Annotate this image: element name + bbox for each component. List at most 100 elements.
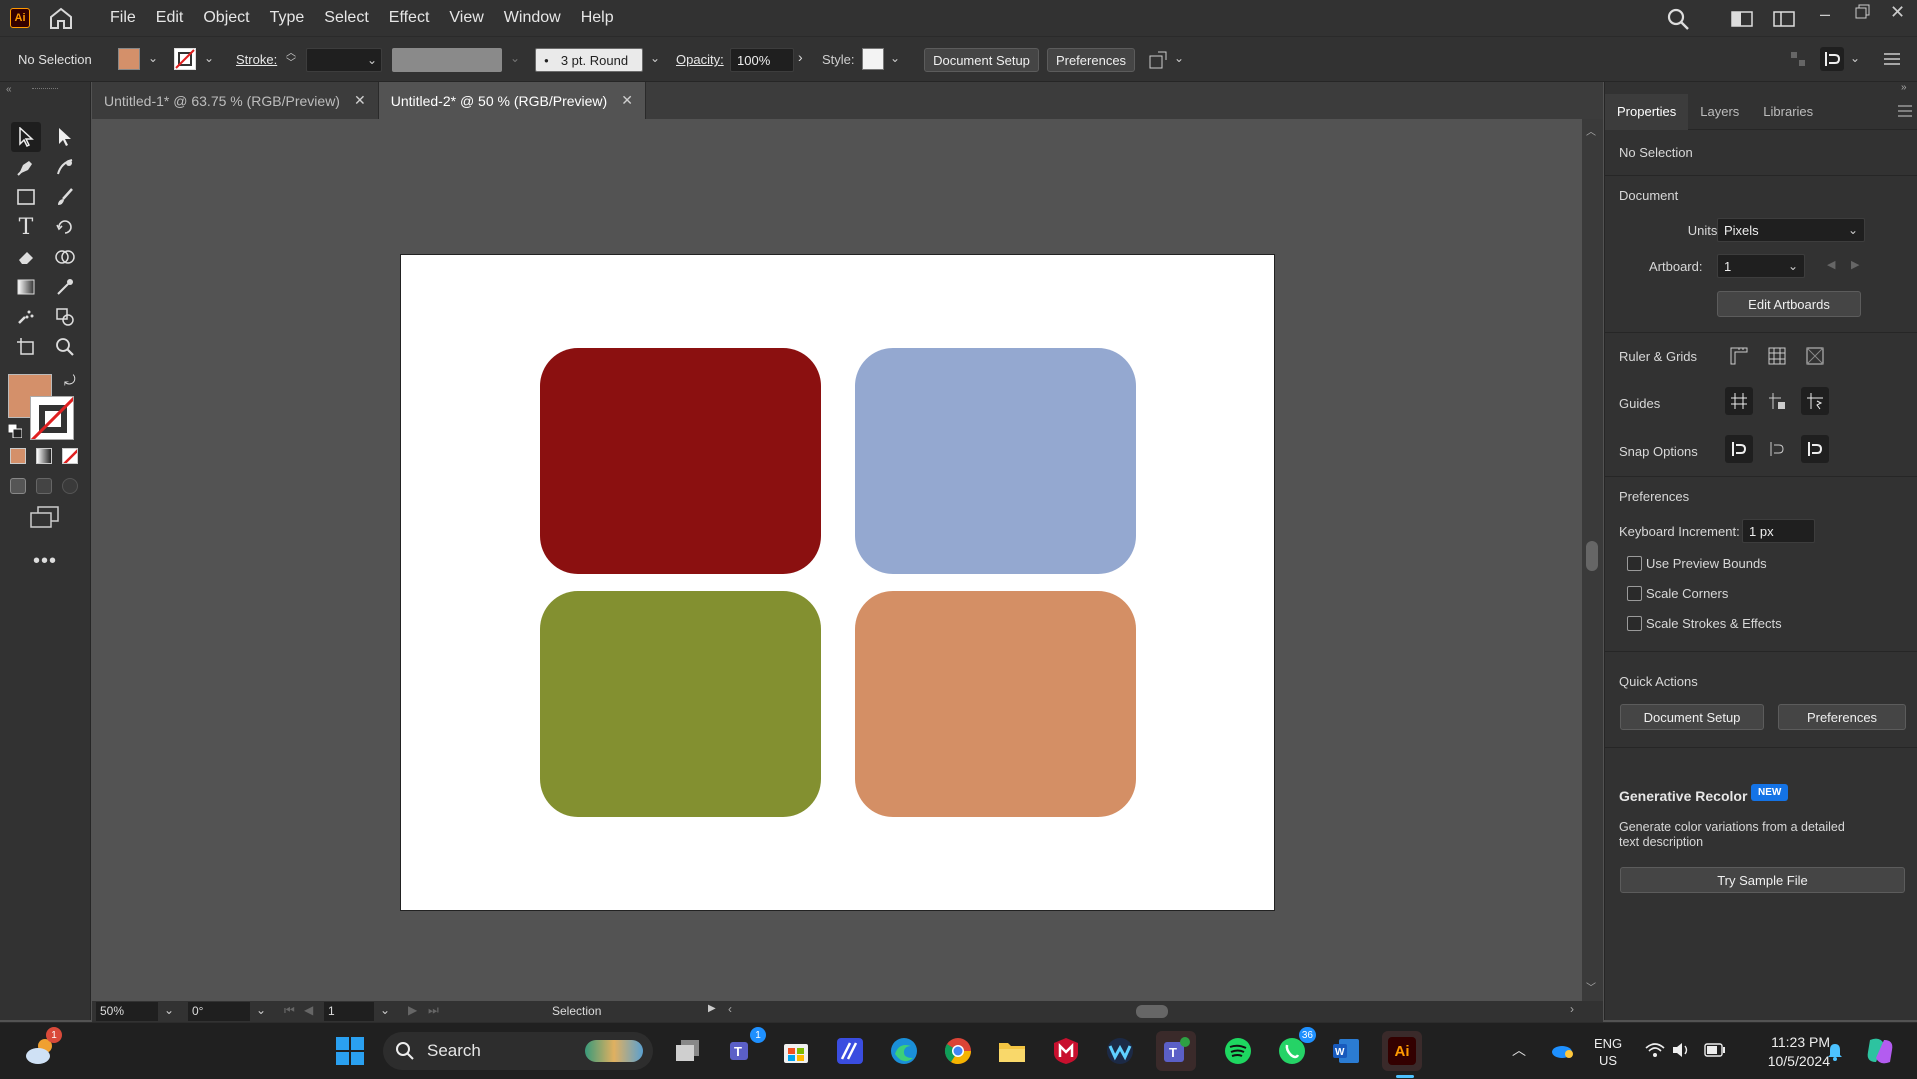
zoom-field[interactable]: 50% xyxy=(96,1002,158,1021)
scroll-right-icon[interactable]: › xyxy=(1570,1002,1574,1016)
vertical-scrollbar[interactable]: ︿ ﹀ xyxy=(1582,119,1603,1001)
dark-red-rectangle[interactable] xyxy=(540,348,821,574)
brush-dropdown-icon[interactable]: ⌄ xyxy=(650,51,660,65)
color-mode-icon[interactable] xyxy=(10,448,26,464)
menu-file[interactable]: File xyxy=(100,0,146,36)
draw-inside-icon[interactable] xyxy=(62,478,78,494)
eraser-tool-icon[interactable] xyxy=(11,242,41,272)
eyedropper-tool-icon[interactable] xyxy=(50,272,80,302)
copilot-icon[interactable] xyxy=(1864,1036,1896,1069)
menu-effect[interactable]: Effect xyxy=(379,0,440,36)
webex-icon[interactable] xyxy=(1100,1031,1140,1071)
rectangle-tool-icon[interactable] xyxy=(11,182,41,212)
blend-tool-icon[interactable] xyxy=(50,302,80,332)
next-artboard-arrow-icon[interactable]: ▶ xyxy=(1851,258,1859,271)
artboard-tool-icon[interactable] xyxy=(11,332,41,362)
last-artboard-icon[interactable]: ⏭ xyxy=(428,1003,439,1018)
blue-rectangle[interactable] xyxy=(855,348,1136,574)
panel-menu-icon[interactable] xyxy=(1884,52,1900,69)
opacity-label[interactable]: Opacity: xyxy=(676,52,724,67)
stroke-stepper[interactable]: ︿ ﹀ xyxy=(286,49,296,69)
mcafee-icon[interactable] xyxy=(1046,1031,1086,1071)
current-tool-label[interactable]: Selection xyxy=(552,1004,601,1018)
teams-new-icon[interactable]: T xyxy=(1156,1031,1196,1071)
close-tab-icon[interactable]: ✕ xyxy=(354,92,366,109)
artboard-number-field[interactable]: 1 xyxy=(324,1002,374,1021)
quick-actions-icon[interactable] xyxy=(1148,50,1168,73)
align-icon[interactable] xyxy=(1790,51,1806,70)
wifi-icon[interactable] xyxy=(1645,1042,1665,1061)
tab-properties[interactable]: Properties xyxy=(1605,93,1689,130)
fill-swatch[interactable] xyxy=(118,48,140,70)
scroll-down-icon[interactable]: ﹀ xyxy=(1586,979,1596,994)
canvas-area[interactable] xyxy=(92,119,1582,1001)
minimize-icon[interactable]: – xyxy=(1820,4,1830,25)
artboard-nav-dropdown-icon[interactable]: ⌄ xyxy=(380,1003,390,1017)
panel-options-icon[interactable] xyxy=(1898,104,1912,120)
chrome-browser-icon[interactable] xyxy=(938,1031,978,1071)
snap-to-pixel-icon[interactable] xyxy=(1763,435,1791,463)
swap-fill-stroke-icon[interactable]: ⤾ xyxy=(64,372,76,389)
try-sample-file-button[interactable]: Try Sample File xyxy=(1620,867,1905,893)
microsoft-store-icon[interactable] xyxy=(776,1031,816,1071)
type-tool-icon[interactable]: T xyxy=(11,212,41,242)
scale-corners-checkbox[interactable]: Scale Corners xyxy=(1627,586,1728,601)
olive-rectangle[interactable] xyxy=(540,591,821,817)
vertical-scroll-thumb[interactable] xyxy=(1586,541,1598,571)
menu-type[interactable]: Type xyxy=(260,0,315,36)
start-button-icon[interactable] xyxy=(330,1031,370,1071)
tab-untitled-2[interactable]: Untitled-2* @ 50 % (RGB/Preview) ✕ xyxy=(378,82,646,119)
menu-view[interactable]: View xyxy=(439,0,493,36)
document-setup-button[interactable]: Document Setup xyxy=(924,48,1039,72)
tab-untitled-1[interactable]: Untitled-1* @ 63.75 % (RGB/Preview) ✕ xyxy=(92,82,379,119)
gradient-mode-icon[interactable] xyxy=(36,448,52,464)
units-select[interactable]: Pixels ⌄ xyxy=(1717,218,1865,242)
edit-toolbar-icon[interactable]: ••• xyxy=(33,550,57,573)
spotify-icon[interactable] xyxy=(1218,1031,1258,1071)
opacity-expand-icon[interactable]: › xyxy=(798,49,803,65)
draw-normal-icon[interactable] xyxy=(10,478,26,494)
tab-libraries[interactable]: Libraries xyxy=(1751,94,1825,130)
zoom-dropdown-icon[interactable]: ⌄ xyxy=(164,1003,174,1017)
show-hidden-icons-icon[interactable]: ︿ xyxy=(1512,1040,1526,1060)
change-screen-mode-icon[interactable] xyxy=(30,506,60,531)
taskbar-search[interactable]: Search xyxy=(383,1032,653,1070)
paintbrush-tool-icon[interactable] xyxy=(50,182,80,212)
artboard-select[interactable]: 1 ⌄ xyxy=(1717,254,1805,278)
task-view-icon[interactable] xyxy=(668,1031,708,1071)
onedrive-icon[interactable] xyxy=(1550,1041,1574,1062)
menu-help[interactable]: Help xyxy=(571,0,624,36)
word-icon[interactable]: W xyxy=(1326,1031,1366,1071)
style-swatch[interactable] xyxy=(862,48,884,70)
tab-layers[interactable]: Layers xyxy=(1688,94,1751,130)
snap-dropdown-icon[interactable]: ⌄ xyxy=(1850,51,1860,65)
rotate-tool-icon[interactable] xyxy=(50,212,80,242)
opacity-field[interactable]: 100% xyxy=(730,48,794,72)
stroke-label[interactable]: Stroke: xyxy=(236,52,277,67)
checkbox-box[interactable] xyxy=(1627,556,1642,571)
rotation-field[interactable]: 0° xyxy=(188,1002,250,1021)
notifications-icon[interactable] xyxy=(1826,1042,1844,1065)
horizontal-scroll-thumb[interactable] xyxy=(1136,1005,1168,1018)
previous-artboard-arrow-icon[interactable]: ◀ xyxy=(1827,258,1835,271)
scale-strokes-effects-checkbox[interactable]: Scale Strokes & Effects xyxy=(1627,616,1782,631)
teams-chat-icon[interactable]: T 1 xyxy=(722,1027,766,1071)
snap-to-glyph-panel-icon[interactable] xyxy=(1801,435,1829,463)
restore-icon[interactable] xyxy=(1855,4,1871,23)
none-mode-icon[interactable] xyxy=(62,448,78,464)
qa-preferences-button[interactable]: Preferences xyxy=(1778,704,1906,730)
variable-width-profile[interactable] xyxy=(392,48,502,72)
volume-icon[interactable] xyxy=(1672,1042,1690,1061)
quick-actions-dropdown-icon[interactable]: ⌄ xyxy=(1174,51,1184,65)
close-tab-icon[interactable]: ✕ xyxy=(621,92,633,109)
edit-artboards-button[interactable]: Edit Artboards xyxy=(1717,291,1861,317)
grid-icon[interactable] xyxy=(1763,342,1791,370)
close-window-icon[interactable]: ✕ xyxy=(1890,2,1905,23)
gradient-tool-icon[interactable] xyxy=(11,272,41,302)
draw-behind-icon[interactable] xyxy=(36,478,52,494)
arrange-documents-icon[interactable] xyxy=(1731,11,1753,30)
transparency-grid-icon[interactable] xyxy=(1801,342,1829,370)
workspace-switcher-icon[interactable] xyxy=(1773,11,1795,30)
weather-widget-icon[interactable]: 1 xyxy=(20,1027,62,1071)
language-indicator[interactable]: ENG US xyxy=(1594,1035,1622,1069)
